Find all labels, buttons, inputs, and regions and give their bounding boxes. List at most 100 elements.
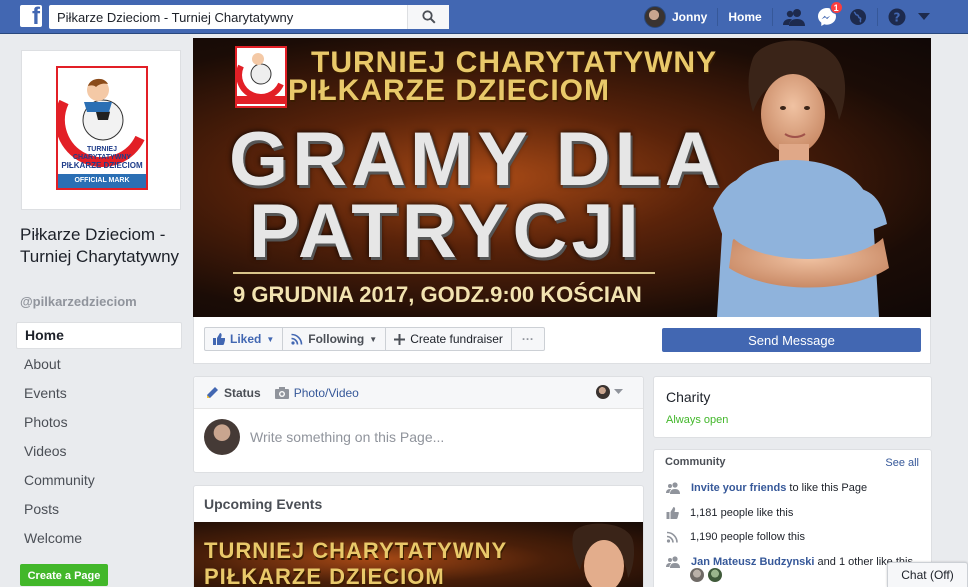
quick-help-button[interactable]: ? bbox=[888, 8, 906, 26]
following-label: Following bbox=[308, 332, 365, 346]
nav-item-videos[interactable]: Videos bbox=[16, 438, 182, 467]
event-person-image bbox=[572, 523, 635, 587]
invite-friends-row: Invite your friends to like this Page bbox=[666, 482, 867, 494]
caret-down-icon: ▼ bbox=[266, 334, 275, 344]
thumbs-up-icon bbox=[213, 333, 225, 345]
likes-row: 1,181 people like this bbox=[666, 507, 793, 519]
composer-text-input[interactable]: Write something on this Page... bbox=[250, 429, 444, 445]
cover-person-image bbox=[713, 40, 889, 317]
composer-tab-status[interactable]: Status bbox=[206, 386, 261, 400]
following-button[interactable]: Following ▼ bbox=[282, 327, 387, 351]
svg-text:?: ? bbox=[893, 11, 900, 25]
people-icon bbox=[666, 482, 680, 494]
follows-count-text[interactable]: 1,190 people follow this bbox=[690, 531, 805, 543]
chat-sidebar-toggle[interactable]: Chat (Off) bbox=[887, 562, 968, 587]
cover-date-line: 9 GRUDNIA 2017, GODZ.9:00 KOŚCIAN bbox=[233, 282, 642, 307]
friend-name-link[interactable]: Jan Mateusz Budzynski bbox=[691, 556, 814, 568]
page-title[interactable]: Piłkarze Dzieciom - Turniej Charytatywny bbox=[20, 224, 190, 268]
nav-item-events[interactable]: Events bbox=[16, 380, 182, 409]
upcoming-events-card: Upcoming Events TURNIEJ CHARYTATYWNY PIŁ… bbox=[193, 485, 644, 587]
divider bbox=[717, 8, 719, 26]
cover-headline-line2: PATRYCJI bbox=[249, 189, 643, 274]
top-right-nav: Jonny Home 1 ? bbox=[644, 0, 930, 34]
search-button[interactable] bbox=[407, 5, 449, 29]
composer-user-avatar bbox=[204, 419, 240, 455]
create-fundraiser-button[interactable]: Create fundraiser bbox=[385, 327, 512, 351]
cover-photo[interactable]: TURNIEJ CHARYTATYWNY PIŁKARZE DZIECIOM G… bbox=[193, 38, 931, 317]
open-status: Always open bbox=[666, 414, 729, 426]
search-box bbox=[49, 5, 449, 29]
home-link[interactable]: Home bbox=[728, 10, 761, 24]
facebook-logo-icon[interactable]: f bbox=[20, 5, 42, 27]
caret-down-icon bbox=[917, 13, 930, 20]
profile-picture-card[interactable]: TURNIEJ CHARYTATYWNY PIŁKARZE DZIECIOM O… bbox=[21, 50, 181, 210]
likes-count-text[interactable]: 1,181 people like this bbox=[690, 507, 793, 519]
page-left-navigation: Home About Events Photos Videos Communit… bbox=[16, 322, 182, 554]
search-input[interactable] bbox=[49, 5, 407, 29]
plus-icon bbox=[394, 333, 406, 345]
friend-avatar[interactable] bbox=[690, 568, 704, 582]
more-options-button[interactable]: ··· bbox=[510, 327, 545, 351]
cover-logo-icon bbox=[235, 46, 287, 108]
logo-mark-banner: OFFICIAL MARK bbox=[58, 174, 146, 188]
nav-item-about[interactable]: About bbox=[16, 351, 182, 380]
globe-icon bbox=[849, 9, 866, 25]
post-as-selector[interactable] bbox=[596, 385, 623, 399]
messages-count-badge: 1 bbox=[829, 1, 843, 14]
rss-icon bbox=[291, 333, 303, 345]
friends-like-row: Jan Mateusz Budzynski and 1 other like t… bbox=[666, 556, 913, 568]
divider bbox=[876, 8, 878, 26]
page-logo: TURNIEJ CHARYTATYWNY PIŁKARZE DZIECIOM O… bbox=[55, 66, 148, 190]
composer-tabs: Status Photo/Video bbox=[194, 377, 643, 409]
nav-item-home[interactable]: Home bbox=[16, 322, 182, 349]
logo-text-line1: TURNIEJ CHARYTATYWNY bbox=[72, 146, 132, 161]
page-action-buttons: Liked ▼ Following ▼ Create fundraiser ··· bbox=[204, 327, 545, 351]
event-image-line1: TURNIEJ CHARYTATYWNY bbox=[204, 538, 508, 563]
create-page-button[interactable]: Create a Page bbox=[20, 564, 108, 586]
page-category-card: Charity Always open bbox=[653, 376, 932, 438]
event-image-line2: PIŁKARZE DZIECIOM bbox=[204, 564, 445, 587]
liked-label: Liked bbox=[230, 332, 262, 346]
send-message-button[interactable]: Send Message bbox=[662, 328, 921, 352]
friends-icon bbox=[782, 9, 805, 26]
page-category[interactable]: Charity bbox=[666, 389, 710, 405]
nav-item-photos[interactable]: Photos bbox=[16, 409, 182, 438]
create-fundraiser-label: Create fundraiser bbox=[410, 332, 503, 346]
notifications-button[interactable] bbox=[849, 8, 867, 26]
user-name-link[interactable]: Jonny bbox=[672, 10, 707, 24]
friend-requests-button[interactable] bbox=[782, 8, 805, 26]
nav-item-community[interactable]: Community bbox=[16, 467, 182, 496]
status-tab-label: Status bbox=[224, 385, 261, 400]
event-cover-image[interactable]: TURNIEJ CHARYTATYWNY PIŁKARZE DZIECIOM bbox=[194, 522, 643, 587]
composer-body: Write something on this Page... bbox=[194, 409, 643, 465]
post-composer: Status Photo/Video Write something on th… bbox=[193, 376, 644, 473]
invite-friends-link[interactable]: Invite your friends bbox=[691, 482, 786, 494]
see-all-link[interactable]: See all bbox=[885, 457, 919, 469]
divider bbox=[771, 8, 773, 26]
people-icon bbox=[666, 556, 680, 568]
logo-graphic-icon bbox=[55, 78, 145, 168]
account-menu-button[interactable] bbox=[917, 13, 930, 21]
help-icon: ? bbox=[888, 8, 906, 26]
composer-tab-photo-video[interactable]: Photo/Video bbox=[274, 386, 359, 400]
invite-friends-text: to like this Page bbox=[789, 482, 868, 494]
page-action-bar: Liked ▼ Following ▼ Create fundraiser ··· … bbox=[193, 317, 931, 364]
messages-button[interactable]: 1 bbox=[817, 1, 843, 27]
upcoming-events-heading: Upcoming Events bbox=[204, 496, 323, 512]
caret-down-icon bbox=[614, 389, 623, 394]
page-username[interactable]: @pilkarzedzieciom bbox=[20, 294, 137, 309]
more-icon: ··· bbox=[521, 332, 534, 346]
rss-icon bbox=[666, 531, 678, 543]
post-as-avatar bbox=[596, 385, 610, 399]
cover-divider bbox=[233, 272, 655, 274]
liked-button[interactable]: Liked ▼ bbox=[204, 327, 284, 351]
thumbs-up-icon bbox=[666, 507, 679, 519]
user-avatar[interactable] bbox=[644, 6, 666, 28]
search-icon bbox=[421, 10, 436, 24]
caret-down-icon: ▼ bbox=[369, 334, 378, 344]
friend-avatar[interactable] bbox=[708, 568, 722, 582]
follows-row: 1,190 people follow this bbox=[666, 531, 805, 543]
nav-item-posts[interactable]: Posts bbox=[16, 496, 182, 525]
friends-avatars bbox=[690, 568, 726, 582]
nav-item-welcome[interactable]: Welcome bbox=[16, 525, 182, 554]
